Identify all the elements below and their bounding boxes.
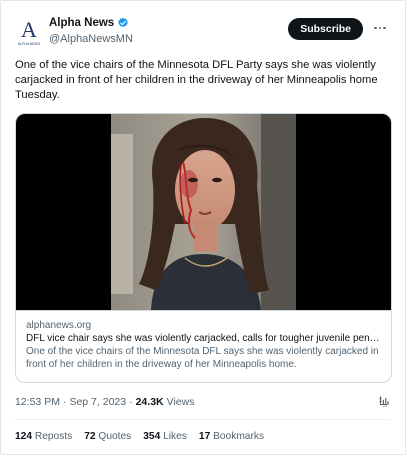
more-horizontal-icon[interactable] xyxy=(371,19,389,37)
quotes-label: Quotes xyxy=(98,431,132,442)
tweet-header: A ALPHA NEWS Alpha News @AlphaNewsMN Sub… xyxy=(15,15,393,49)
verified-badge-icon xyxy=(118,17,128,28)
avatar-logo-letter: A xyxy=(21,17,37,42)
reposts-count: 124 xyxy=(15,431,32,442)
link-card-meta[interactable]: alphanews.org DFL vice chair says she wa… xyxy=(16,310,391,382)
link-card-image[interactable] xyxy=(16,114,391,310)
link-card-title: DFL vice chair says she was violently ca… xyxy=(26,333,380,344)
analytics-icon[interactable] xyxy=(377,394,391,408)
link-card-domain: alphanews.org xyxy=(26,320,92,331)
article-photo xyxy=(111,114,296,310)
quotes-stat[interactable]: 72 Quotes xyxy=(84,431,131,442)
bookmarks-stat[interactable]: 17 Bookmarks xyxy=(199,431,264,442)
tweet-meta: 12:53 PM · Sep 7, 2023 · 24.3K Views xyxy=(15,396,194,408)
tweet-text: One of the vice chairs of the Minnesota … xyxy=(15,59,378,101)
reposts-stat[interactable]: 124 Reposts xyxy=(15,431,72,442)
meta-separator: · xyxy=(62,396,67,408)
link-card-description: One of the vice chairs of the Minnesota … xyxy=(26,346,379,370)
engagement-stats: 124 Reposts 72 Quotes 354 Likes 17 Bookm… xyxy=(15,431,264,442)
views-count: 24.3K xyxy=(135,396,164,408)
tweet-date[interactable]: Sep 7, 2023 xyxy=(69,396,126,408)
likes-count: 354 xyxy=(143,431,161,442)
likes-label: Likes xyxy=(163,431,187,442)
views-label: Views xyxy=(166,396,195,408)
bookmarks-count: 17 xyxy=(198,431,211,442)
account-handle[interactable]: @AlphaNewsMN xyxy=(49,33,133,45)
link-card[interactable]: alphanews.org DFL vice chair says she wa… xyxy=(15,113,392,383)
display-name[interactable]: Alpha News xyxy=(49,17,114,29)
meta-separator: · xyxy=(129,396,133,408)
bookmarks-label: Bookmarks xyxy=(213,431,265,442)
subscribe-button[interactable]: Subscribe xyxy=(288,18,363,40)
reposts-label: Reposts xyxy=(34,431,73,442)
tweet-time[interactable]: 12:53 PM xyxy=(15,396,60,408)
tweet-card: A ALPHA NEWS Alpha News @AlphaNewsMN Sub… xyxy=(0,0,406,455)
avatar-logo-caption: ALPHA NEWS xyxy=(18,42,41,46)
alpha-news-logo-avatar[interactable]: A ALPHA NEWS xyxy=(15,15,43,47)
quotes-count: 72 xyxy=(84,431,96,442)
stats-divider xyxy=(15,419,391,420)
likes-stat[interactable]: 354 Likes xyxy=(143,431,187,442)
name-row: Alpha News xyxy=(49,17,129,29)
